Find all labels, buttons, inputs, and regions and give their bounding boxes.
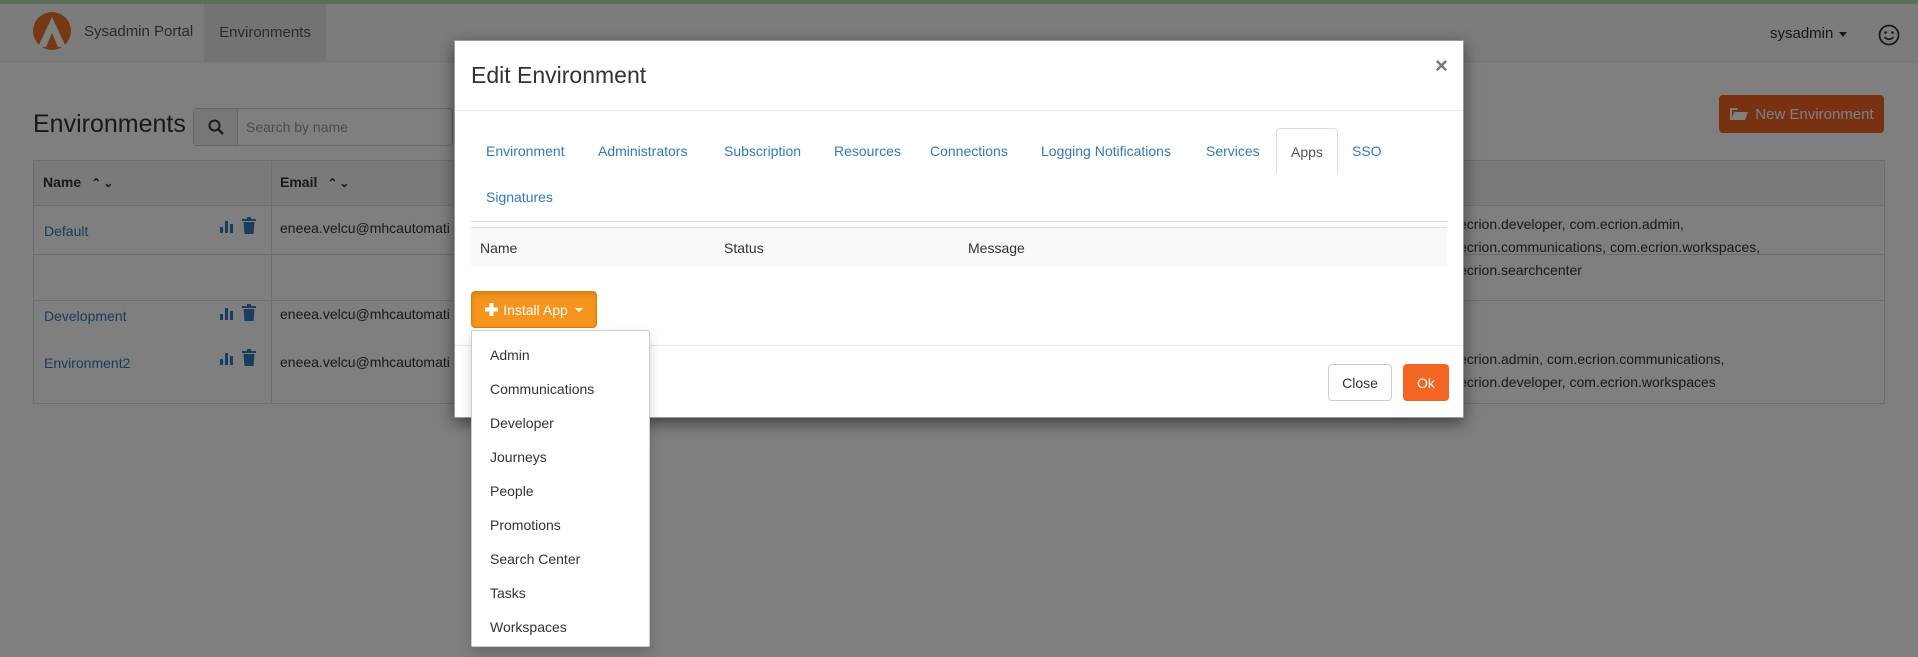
install-app-label: Install App (503, 301, 568, 318)
tab-apps[interactable]: Apps (1276, 128, 1338, 174)
dropdown-item-admin[interactable]: Admin (472, 338, 649, 372)
dropdown-item-people[interactable]: People (472, 474, 649, 508)
modal-title: Edit Environment (471, 62, 647, 88)
dropdown-item-tasks[interactable]: Tasks (472, 576, 649, 610)
tab-administrators[interactable]: Administrators (598, 143, 687, 159)
tab-resources[interactable]: Resources (834, 143, 901, 159)
modal-header-divider (455, 110, 1463, 111)
dropdown-item-journeys[interactable]: Journeys (472, 440, 649, 474)
close-button[interactable]: Close (1328, 364, 1392, 401)
dropdown-item-workspaces[interactable]: Workspaces (472, 610, 649, 644)
apps-table-header: Name Status Message (471, 227, 1447, 267)
plus-icon (485, 303, 499, 316)
dropdown-item-search-center[interactable]: Search Center (472, 542, 649, 576)
tab-services[interactable]: Services (1206, 143, 1260, 159)
tab-subscription[interactable]: Subscription (724, 143, 801, 159)
tab-sso[interactable]: SSO (1352, 143, 1382, 159)
dropdown-item-promotions[interactable]: Promotions (472, 508, 649, 542)
install-app-dropdown: Admin Communications Developer Journeys … (471, 330, 650, 647)
apps-column-name: Name (480, 240, 518, 256)
tab-environment[interactable]: Environment (486, 143, 565, 159)
tabs-divider (471, 221, 1447, 222)
apps-column-status: Status (724, 240, 764, 256)
apps-column-message: Message (968, 240, 1025, 256)
caret-down-icon (574, 307, 583, 312)
ok-button[interactable]: Ok (1403, 364, 1449, 401)
tab-signatures[interactable]: Signatures (486, 189, 553, 205)
install-app-button[interactable]: Install App (471, 291, 597, 328)
close-icon[interactable]: × (1435, 55, 1448, 77)
tab-connections[interactable]: Connections (930, 143, 1008, 159)
tab-logging-notifications[interactable]: Logging Notifications (1041, 143, 1171, 159)
dropdown-item-developer[interactable]: Developer (472, 406, 649, 440)
dropdown-item-communications[interactable]: Communications (472, 372, 649, 406)
